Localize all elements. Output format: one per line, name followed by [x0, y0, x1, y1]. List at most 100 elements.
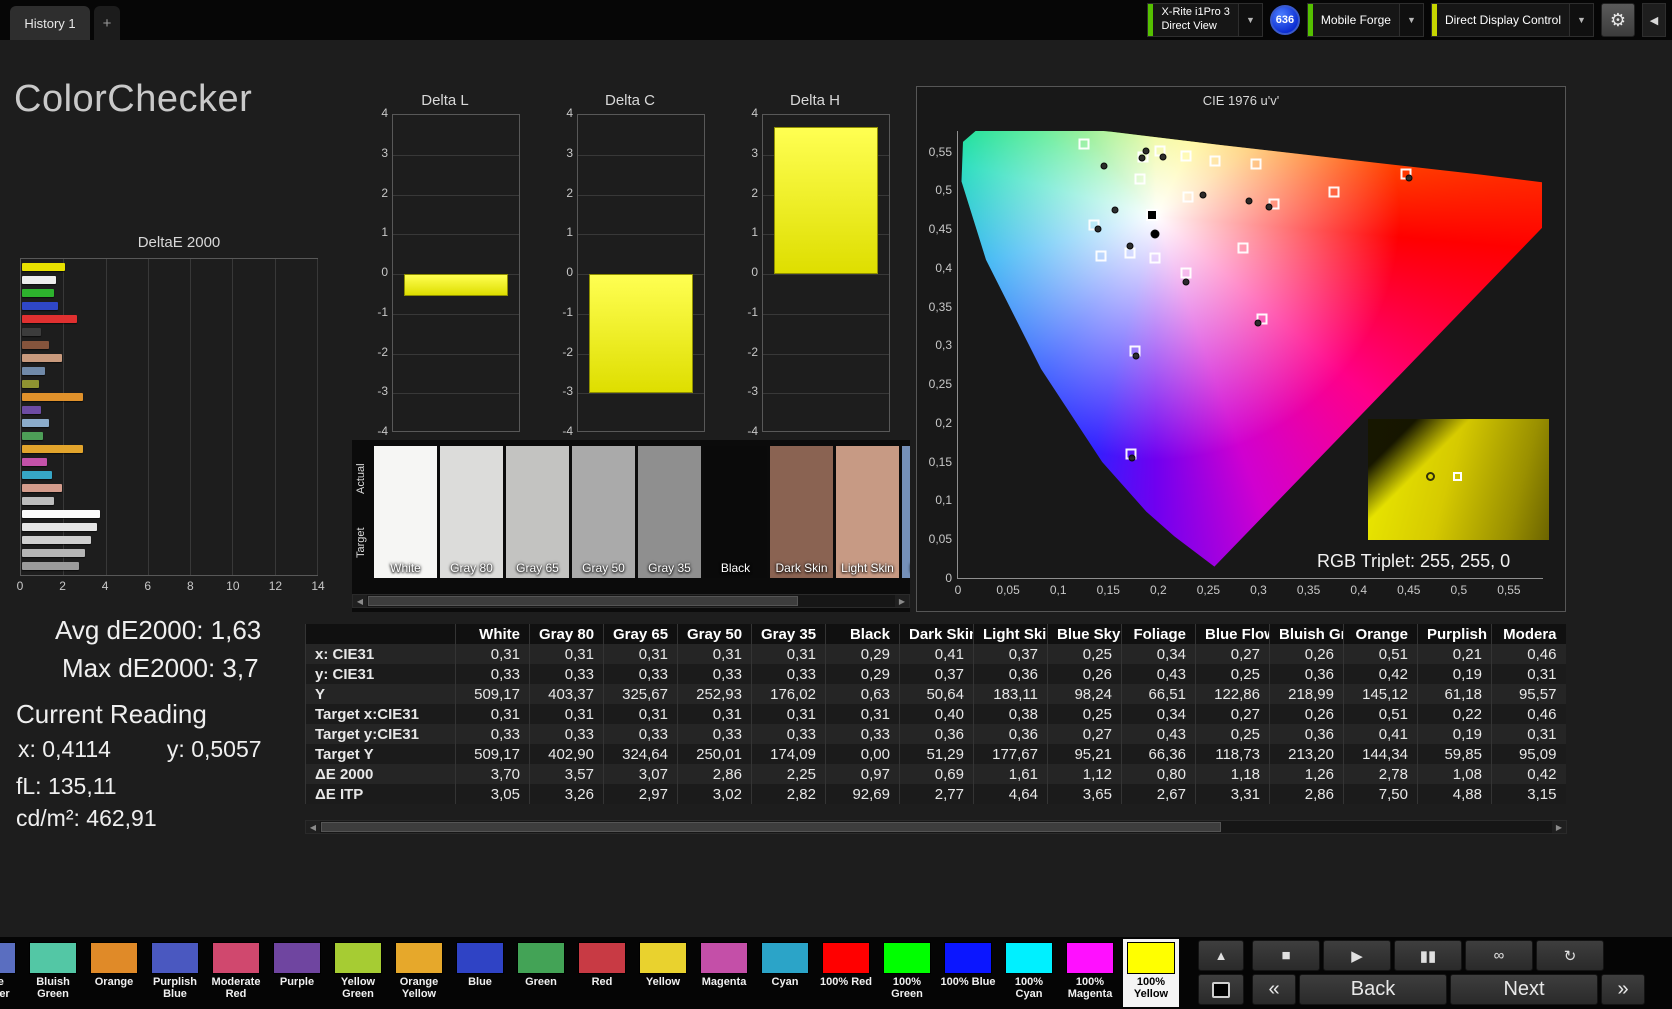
refresh-button[interactable]: ↻ — [1536, 940, 1604, 971]
scrollbar-thumb[interactable] — [321, 822, 1221, 832]
table-cell: 3,15 — [1492, 784, 1566, 804]
chevron-down-icon[interactable]: ▼ — [1569, 4, 1593, 36]
row-label: Target x:CIE31 — [306, 704, 456, 724]
chevron-down-icon[interactable]: ▼ — [1238, 4, 1262, 36]
delta-value-bar — [404, 274, 507, 296]
y-tick-label: 1 — [736, 225, 758, 239]
gridline — [148, 259, 149, 575]
patch-button[interactable]: 100% Cyan — [1001, 939, 1057, 1007]
scroll-right-icon[interactable]: ▶ — [1552, 821, 1566, 833]
table-row: Target Y509,17402,90324,64250,01174,090,… — [306, 744, 1566, 764]
swatch-tile[interactable]: Light Skin — [836, 446, 899, 578]
swatch-label: Gray 80 — [440, 561, 503, 575]
table-cell: 0,25 — [1196, 664, 1270, 684]
patch-button[interactable]: 100% Magenta — [1062, 939, 1118, 1007]
top-bar: History 1 + X-Rite i1Pro 3 Direct View ▼… — [0, 0, 1672, 40]
table-cell: 3,65 — [1048, 784, 1122, 804]
patch-button[interactable]: Blue — [452, 939, 508, 1007]
row-label: Target y:CIE31 — [306, 724, 456, 744]
loop-button[interactable]: ∞ — [1465, 940, 1533, 971]
display-pattern-button[interactable] — [1198, 974, 1244, 1005]
swatch-tile[interactable]: Gray 80 — [440, 446, 503, 578]
gridline — [393, 195, 519, 196]
patch-button[interactable]: Orange — [86, 939, 142, 1007]
deltae-bar — [22, 432, 43, 440]
chevron-down-icon[interactable]: ▼ — [1399, 4, 1423, 36]
next-chevron-button[interactable]: » — [1601, 974, 1645, 1005]
table-cell: 0,31 — [752, 704, 826, 724]
target-point-marker — [1453, 472, 1462, 481]
y-tick-label: 0,25 — [918, 377, 952, 391]
scroll-left-icon[interactable]: ◀ — [353, 595, 367, 607]
table-cell: 0,33 — [530, 724, 604, 744]
patch-button[interactable]: Bluish Green — [25, 939, 81, 1007]
cie-measured-marker — [1183, 279, 1190, 286]
patch-button[interactable]: Purplish Blue — [147, 939, 203, 1007]
patch-button[interactable]: Moderate Red — [208, 939, 264, 1007]
back-button[interactable]: Back — [1299, 974, 1447, 1005]
column-header: Gray 65 — [604, 624, 678, 644]
table-scrollbar[interactable]: ◀ ▶ — [305, 820, 1567, 834]
patch-button[interactable]: Yellow Green — [330, 939, 386, 1007]
swatch-tile[interactable]: Gray 35 — [638, 446, 701, 578]
eject-button[interactable]: ▲ — [1198, 940, 1244, 971]
swatch-tile[interactable]: Black — [704, 446, 767, 578]
y-tick-label: -4 — [736, 424, 758, 438]
swatch-tile[interactable]: Dark Skin — [770, 446, 833, 578]
y-tick-label: 3 — [366, 146, 388, 160]
swatch-tile[interactable]: Gray 65 — [506, 446, 569, 578]
swatch-label: White — [374, 561, 437, 575]
table-cell: 0,31 — [456, 644, 530, 664]
collapse-panel-button[interactable]: ◀ — [1642, 3, 1666, 37]
table-cell: 2,67 — [1122, 784, 1196, 804]
patch-label: Blue Flower — [0, 976, 20, 1000]
patch-color-swatch — [822, 942, 870, 974]
patch-button[interactable]: Cyan — [757, 939, 813, 1007]
row-label: ΔE ITP — [306, 784, 456, 804]
patch-button[interactable]: Red — [574, 939, 630, 1007]
pause-button[interactable]: ▮▮ — [1394, 940, 1462, 971]
swatch-tile[interactable]: Blue Sky — [902, 446, 910, 578]
swatch-tile[interactable]: Gray 50 — [572, 446, 635, 578]
patch-button[interactable]: 100% Blue — [940, 939, 996, 1007]
back-chevron-button[interactable]: « — [1252, 974, 1296, 1005]
tab-history-1[interactable]: History 1 — [10, 6, 90, 40]
patch-button[interactable]: Magenta — [696, 939, 752, 1007]
swatch-scrollbar[interactable]: ◀ ▶ — [352, 594, 910, 608]
workflow-selector[interactable]: Direct Display Control ▼ — [1431, 3, 1594, 37]
table-cell: 0,33 — [530, 664, 604, 684]
patch-button[interactable]: Blue Flower — [0, 939, 20, 1007]
scroll-left-icon[interactable]: ◀ — [306, 821, 320, 833]
add-tab-button[interactable]: + — [94, 6, 120, 40]
patch-button[interactable]: Green — [513, 939, 569, 1007]
patch-color-swatch — [639, 942, 687, 974]
table-cell: 403,37 — [530, 684, 604, 704]
gridline — [578, 234, 704, 235]
patch-button[interactable]: Yellow — [635, 939, 691, 1007]
patch-button[interactable]: Purple — [269, 939, 325, 1007]
patch-button[interactable]: 100% Yellow — [1123, 939, 1179, 1007]
next-button[interactable]: Next — [1450, 974, 1598, 1005]
patch-button[interactable]: 100% Green — [879, 939, 935, 1007]
patch-button[interactable]: 100% Red — [818, 939, 874, 1007]
deltae-bar — [22, 276, 56, 284]
swatch-tile[interactable]: White — [374, 446, 437, 578]
table-cell: 7,50 — [1344, 784, 1418, 804]
patch-label: Cyan — [757, 976, 813, 988]
source-selector[interactable]: Mobile Forge ▼ — [1307, 3, 1424, 37]
x-tick-label: 4 — [95, 579, 115, 593]
table-cell: 1,18 — [1196, 764, 1270, 784]
table-cell: 0,36 — [974, 724, 1048, 744]
cie-target-marker — [1183, 191, 1194, 202]
next-label: Next — [1503, 978, 1544, 1001]
column-header: White — [456, 624, 530, 644]
meter-selector[interactable]: X-Rite i1Pro 3 Direct View ▼ — [1147, 3, 1262, 37]
gridline — [763, 354, 889, 355]
scroll-right-icon[interactable]: ▶ — [895, 595, 909, 607]
scrollbar-thumb[interactable] — [368, 596, 798, 606]
play-button[interactable]: ▶ — [1323, 940, 1391, 971]
row-label: x: CIE31 — [306, 644, 456, 664]
patch-button[interactable]: Orange Yellow — [391, 939, 447, 1007]
stop-button[interactable]: ■ — [1252, 940, 1320, 971]
settings-button[interactable]: ⚙ — [1601, 3, 1635, 37]
